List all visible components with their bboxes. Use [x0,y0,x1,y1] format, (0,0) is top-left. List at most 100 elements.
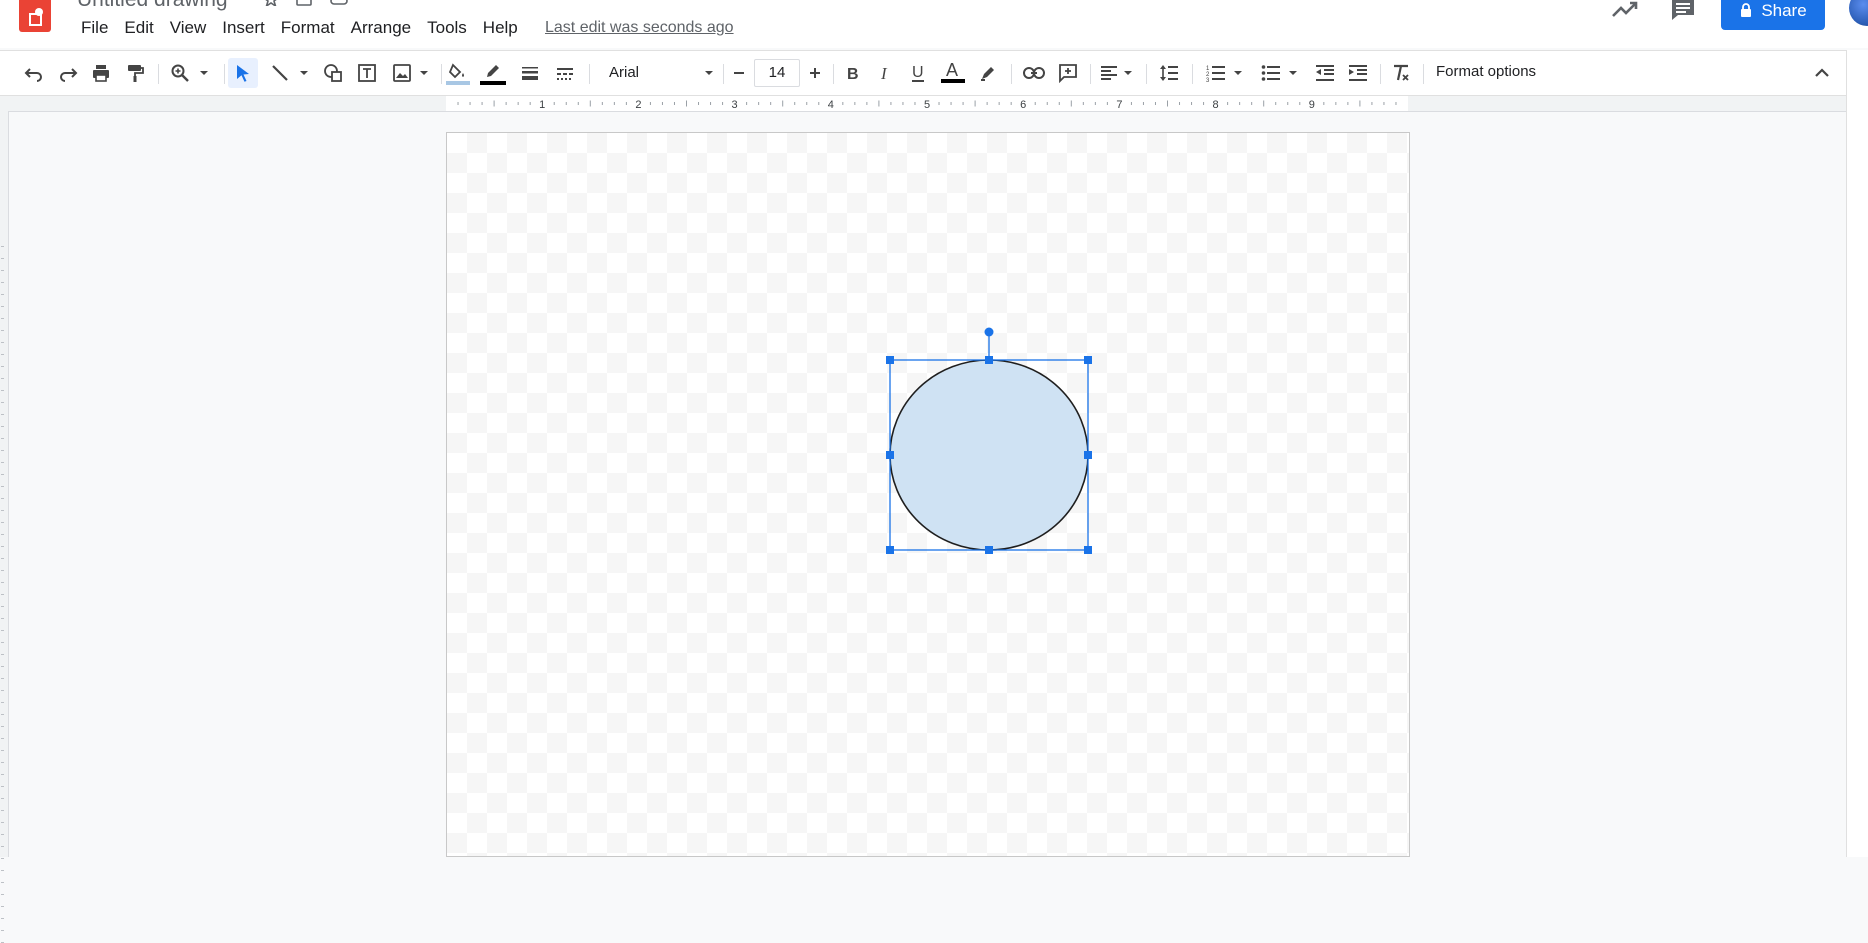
font-size-input[interactable]: 14 [754,59,800,87]
ruler-tick [1,642,4,643]
increase-indent-icon [1349,65,1367,81]
ruler-tick [1,786,4,787]
ruler-tick [1,330,4,331]
bulleted-list-button[interactable] [1258,61,1302,85]
ruler-tick [1,726,4,727]
ruler-tick [1,750,4,751]
ruler-tick [1,474,4,475]
menu-file[interactable]: File [73,17,116,39]
shape-tool-button[interactable] [321,61,345,85]
clear-formatting-button[interactable] [1389,61,1413,85]
ellipse-shape[interactable] [889,359,1089,551]
toolbar-divider [1011,64,1012,84]
menu-format[interactable]: Format [273,17,343,39]
print-button[interactable] [89,61,113,85]
increase-font-size-button[interactable] [802,61,828,85]
text-color-button[interactable]: A [939,57,967,87]
ruler-tick [1,462,4,463]
side-panel-strip [1846,50,1868,857]
drawing-canvas[interactable] [446,132,1410,857]
line-tool-button[interactable] [268,61,312,85]
activity-trend-icon[interactable] [1611,0,1639,20]
redo-button[interactable] [56,61,80,85]
select-tool-button[interactable] [228,58,258,88]
ruler-tick [1,822,4,823]
menu-arrange[interactable]: Arrange [343,17,419,39]
move-folder-icon[interactable] [295,0,313,6]
redo-icon [60,68,78,82]
insert-link-button[interactable] [1022,61,1046,85]
last-edit-link[interactable]: Last edit was seconds ago [545,18,734,38]
menu-help[interactable]: Help [475,17,526,39]
resize-handle-bottom-left[interactable] [886,546,894,554]
ruler-tick [1,414,4,415]
svg-text:U: U [912,64,924,81]
align-button[interactable] [1097,61,1137,85]
line-dash-button[interactable] [553,61,577,85]
decrease-indent-button[interactable] [1313,61,1337,85]
ruler-tick [1,702,4,703]
chevron-up-icon[interactable] [1812,63,1832,83]
line-spacing-icon [1160,65,1178,81]
ruler-tick [1,378,4,379]
line-spacing-button[interactable] [1157,61,1181,85]
resize-handle-top-right[interactable] [1084,356,1092,364]
menu-tools[interactable]: Tools [419,17,475,39]
resize-handle-bottom[interactable] [985,546,993,554]
menu-view[interactable]: View [162,17,215,39]
star-icon[interactable] [262,0,280,6]
font-select[interactable]: Arial [601,61,719,85]
resize-handle-top[interactable] [985,356,993,364]
menu-edit[interactable]: Edit [116,17,161,39]
ruler-tick [1,510,4,511]
fill-color-button[interactable] [444,59,472,89]
image-button[interactable] [389,61,433,85]
italic-button[interactable]: I [873,61,897,85]
text-color-indicator [941,79,965,83]
cloud-status-icon[interactable] [330,0,348,6]
plus-icon [810,68,820,78]
highlight-color-button[interactable] [976,61,1000,85]
vertical-ruler [0,96,9,943]
format-options-button[interactable]: Format options [1436,63,1536,80]
add-comment-button[interactable] [1056,61,1080,85]
line-weight-button[interactable] [518,61,542,85]
decrease-font-size-button[interactable] [726,61,752,85]
resize-handle-bottom-right[interactable] [1084,546,1092,554]
document-title[interactable]: Untitled drawing [77,0,228,12]
comment-history-icon[interactable] [1670,0,1696,21]
line-color-button[interactable] [479,59,507,89]
text-box-button[interactable] [355,61,379,85]
ruler-tick [1,618,4,619]
numbered-list-button[interactable]: 123 [1203,61,1247,85]
share-button[interactable]: Share [1721,0,1825,30]
toolbar-divider [833,64,834,84]
undo-icon [24,68,42,82]
paint-format-button[interactable] [123,61,147,85]
ruler-tick [1,858,4,859]
print-icon [93,65,109,82]
clear-formatting-icon [1394,64,1409,81]
increase-indent-button[interactable] [1346,61,1370,85]
bold-icon: B [847,66,859,82]
rotate-handle[interactable] [984,327,994,337]
ruler-tick [1,354,4,355]
zoom-button[interactable] [167,61,213,85]
resize-handle-top-left[interactable] [886,356,894,364]
toolbar-divider [1090,64,1091,84]
ruler-tick [1,486,4,487]
underline-button[interactable]: U [906,61,930,85]
ruler-tick [1,246,4,247]
ruler-tick [1,438,4,439]
avatar[interactable] [1849,0,1868,26]
toolbar-divider [1192,64,1193,84]
undo-button[interactable] [22,61,46,85]
drawings-logo[interactable] [19,0,51,32]
resize-handle-right[interactable] [1084,451,1092,459]
bold-button[interactable]: B [840,61,864,85]
menu-insert[interactable]: Insert [214,17,273,39]
numbered-list-icon: 123 [1206,66,1225,83]
resize-handle-left[interactable] [886,451,894,459]
chevron-down-icon [705,71,713,75]
svg-text:3: 3 [1206,78,1210,83]
